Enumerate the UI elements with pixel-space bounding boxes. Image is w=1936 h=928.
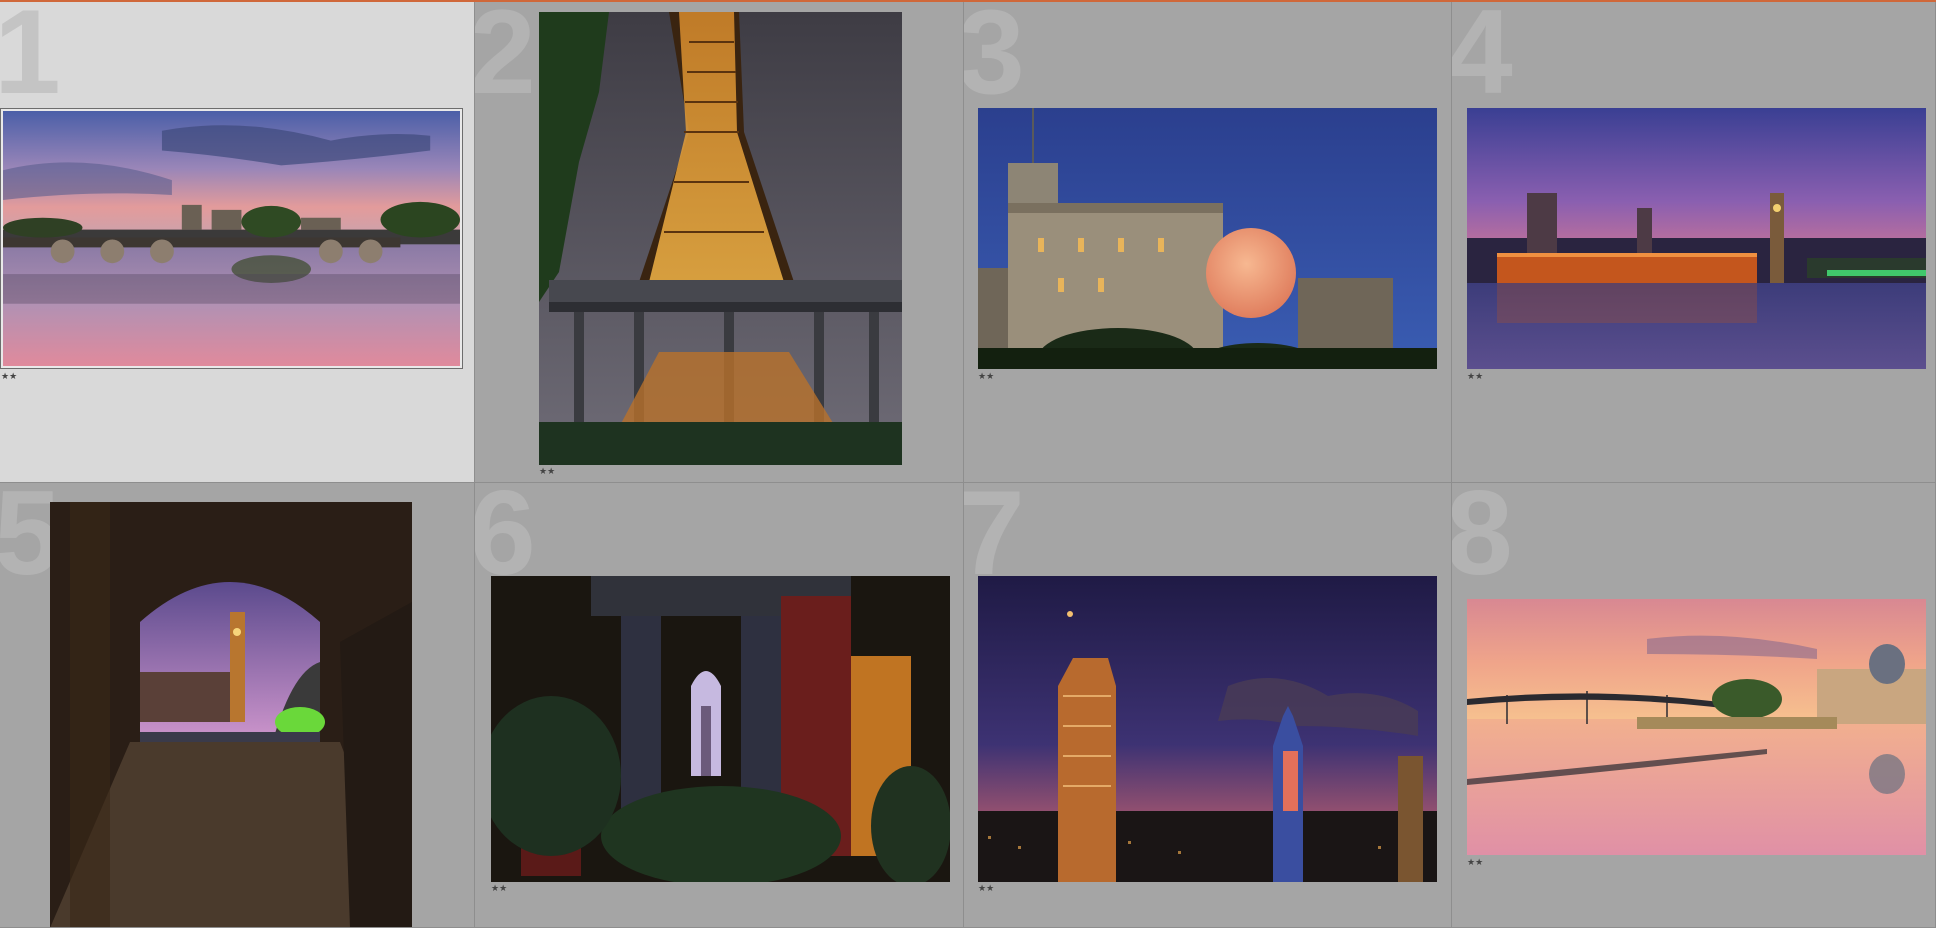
star-rating[interactable]: ★★	[978, 372, 994, 381]
photo-thumbnail-paris-footbridge[interactable]	[1467, 599, 1926, 855]
grid-cell-6[interactable]: 6 ★★	[475, 483, 964, 928]
photo-thumbnail-castle-moon[interactable]	[978, 108, 1437, 369]
grid-cell-1[interactable]: 1 ★★	[0, 2, 475, 483]
photo-thumbnail-river-bridge[interactable]	[0, 108, 463, 369]
star-rating[interactable]: ★★	[978, 884, 994, 893]
star-rating[interactable]: ★★	[491, 884, 507, 893]
photo-thumbnail-archway-big-ben[interactable]	[50, 502, 412, 927]
cell-index-number: 1	[0, 2, 61, 119]
star-rating[interactable]: ★★	[1467, 372, 1483, 381]
grid-cell-2[interactable]: 2 ★★	[475, 2, 964, 483]
cell-index-number: 3	[964, 2, 1025, 119]
library-grid-view: 1 ★★ 2 ★★ 3 ★★ 4 ★★ 5 6 ★★ 7 ★★ 8 ★★	[0, 2, 1936, 928]
cell-index-number: 8	[1452, 483, 1513, 600]
photo-thumbnail-eiffel-tower[interactable]	[539, 12, 902, 465]
grid-cell-3[interactable]: 3 ★★	[964, 2, 1452, 483]
photo-thumbnail-westminster[interactable]	[1467, 108, 1926, 369]
grid-cell-5[interactable]: 5	[0, 483, 475, 928]
cell-index-number: 4	[1452, 2, 1513, 119]
star-rating[interactable]: ★★	[1, 372, 17, 381]
grid-cell-7[interactable]: 7 ★★	[964, 483, 1452, 928]
star-rating[interactable]: ★★	[1467, 858, 1483, 867]
star-rating[interactable]: ★★	[539, 467, 555, 476]
photo-thumbnail-empire-state-bridge[interactable]	[491, 576, 950, 882]
cell-index-number: 5	[0, 483, 61, 600]
grid-cell-8[interactable]: 8 ★★	[1452, 483, 1936, 928]
grid-cell-4[interactable]: 4 ★★	[1452, 2, 1936, 483]
photo-thumbnail-city-skyline[interactable]	[978, 576, 1437, 882]
cell-index-number: 2	[475, 2, 536, 119]
